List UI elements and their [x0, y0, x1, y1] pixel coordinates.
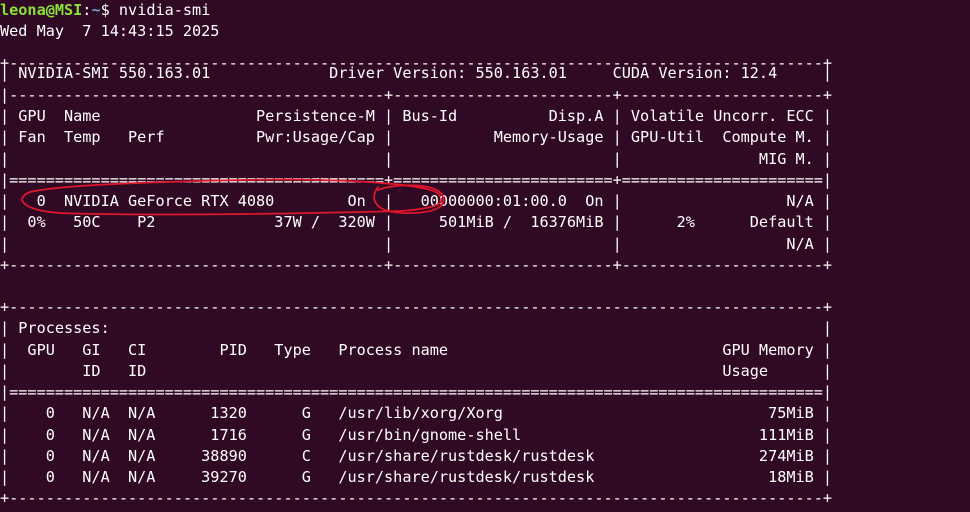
- processes-border-top: +---------------------------------------…: [0, 298, 833, 316]
- gpu-table-header-separator: |=======================================…: [0, 171, 833, 189]
- gpu-table-border-bottom: +---------------------------------------…: [0, 256, 833, 274]
- gpu-table-header-row-1: | GPU Name Persistence-M | Bus-Id Disp.A…: [0, 107, 833, 125]
- process-row: | 0 N/A N/A 38890 C /usr/share/rustdesk/…: [0, 447, 833, 465]
- gpu-row-2: | 0% 50C P2 37W / 320W | 501MiB / 16376M…: [0, 213, 833, 231]
- processes-header-row-1: | GPU GI CI PID Type Process name GPU Me…: [0, 341, 833, 359]
- gpu-row-3: | | | N/A |: [0, 235, 833, 253]
- process-row: | 0 N/A N/A 1716 G /usr/bin/gnome-shell …: [0, 426, 833, 444]
- gpu-table-header-row-2: | Fan Temp Perf Pwr:Usage/Cap | Memory-U…: [0, 128, 833, 146]
- process-row: | 0 N/A N/A 1320 G /usr/lib/xorg/Xorg 75…: [0, 404, 833, 422]
- command-text: nvidia-smi: [118, 1, 211, 19]
- prompt-line: leona@MSI:~$ nvidia-smi: [0, 0, 210, 21]
- gpu-row-1: | 0 NVIDIA GeForce RTX 4080 On | 0000000…: [0, 192, 833, 210]
- processes-header-separator: |=======================================…: [0, 383, 833, 401]
- prompt-user-host: leona@MSI: [0, 1, 83, 19]
- processes-title-row: | Processes: |: [0, 319, 833, 337]
- processes-border-bottom: +---------------------------------------…: [0, 489, 833, 507]
- process-row: | 0 N/A N/A 39270 G /usr/share/rustdesk/…: [0, 468, 833, 486]
- smi-version-row: | NVIDIA-SMI 550.163.01 Driver Version: …: [0, 64, 833, 82]
- gpu-table-header-row-3: | | | MIG M. |: [0, 150, 833, 168]
- prompt-dollar: $: [100, 1, 119, 19]
- terminal-window[interactable]: leona@MSI:~$ nvidia-smi Wed May 7 14:43:…: [0, 0, 970, 512]
- timestamp-line: Wed May 7 14:43:15 2025: [0, 22, 220, 40]
- processes-header-row-2: | ID ID Usage |: [0, 362, 833, 380]
- prompt-path: ~: [91, 1, 101, 19]
- smi-header-divider: |---------------------------------------…: [0, 86, 833, 104]
